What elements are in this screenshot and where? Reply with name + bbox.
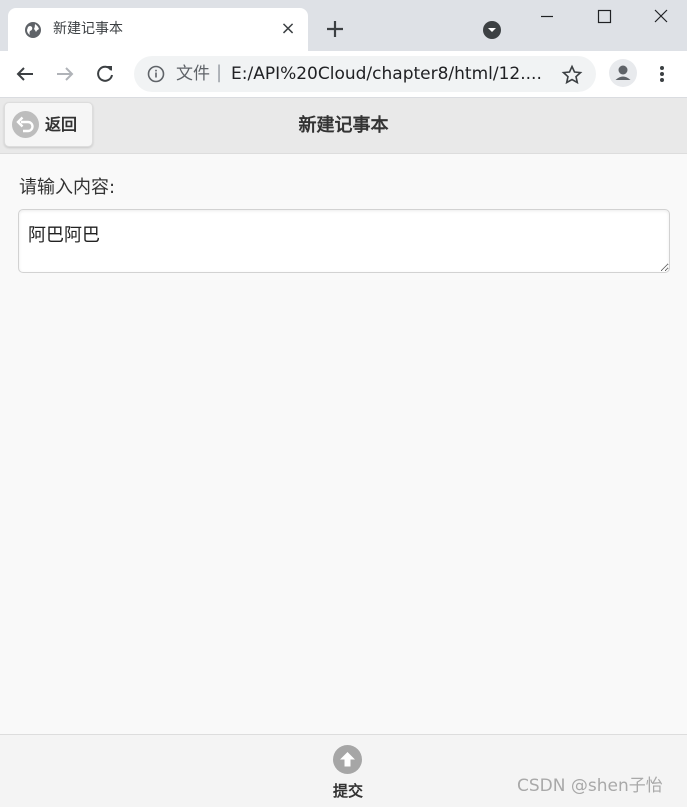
address-bar[interactable]: 文件 | E:/API%20Cloud/chapter8/html/12.... bbox=[134, 56, 596, 92]
submit-button[interactable]: 提交 bbox=[318, 743, 378, 801]
back-circle-arrow-icon bbox=[12, 111, 39, 138]
profile-avatar[interactable] bbox=[609, 59, 637, 87]
minimize-icon[interactable] bbox=[519, 0, 576, 34]
page-header: 新建记事本 返回 bbox=[0, 98, 687, 154]
content-textarea[interactable]: 阿巴阿巴 bbox=[18, 209, 670, 273]
more-menu-icon[interactable] bbox=[652, 60, 672, 88]
content-label: 请输入内容: bbox=[19, 177, 116, 198]
browser-tabstrip: 新建记事本 × bbox=[0, 0, 687, 51]
back-button-label: 返回 bbox=[45, 115, 78, 134]
person-icon bbox=[615, 65, 631, 80]
reload-icon[interactable] bbox=[91, 60, 119, 88]
url-separator: | bbox=[216, 62, 223, 83]
maximize-icon[interactable] bbox=[576, 0, 633, 34]
tab-title: 新建记事本 bbox=[53, 21, 123, 37]
back-arrow-icon[interactable] bbox=[11, 60, 39, 88]
url-scheme-label: 文件 bbox=[176, 64, 210, 84]
globe-icon bbox=[25, 22, 41, 38]
forward-arrow-icon[interactable] bbox=[51, 60, 79, 88]
watermark-text: CSDN @shen子怡 bbox=[517, 776, 663, 796]
arrow-up-circle-icon bbox=[333, 745, 362, 774]
submit-label: 提交 bbox=[332, 782, 363, 800]
tab-close-icon[interactable]: × bbox=[278, 19, 298, 39]
info-icon[interactable] bbox=[147, 65, 165, 83]
footer-bar: 提交 CSDN @shen子怡 bbox=[0, 734, 687, 807]
browser-toolbar: 文件 | E:/API%20Cloud/chapter8/html/12.... bbox=[0, 51, 687, 98]
tab-search-icon[interactable] bbox=[481, 19, 503, 41]
bookmark-star-icon[interactable] bbox=[561, 64, 583, 86]
url-text[interactable]: E:/API%20Cloud/chapter8/html/12.... bbox=[231, 64, 542, 84]
page-title: 新建记事本 bbox=[298, 115, 389, 136]
back-button[interactable]: 返回 bbox=[4, 102, 93, 147]
browser-tab[interactable]: 新建记事本 × bbox=[8, 8, 308, 51]
close-window-icon[interactable] bbox=[632, 0, 687, 34]
new-tab-plus-icon[interactable] bbox=[323, 17, 347, 41]
